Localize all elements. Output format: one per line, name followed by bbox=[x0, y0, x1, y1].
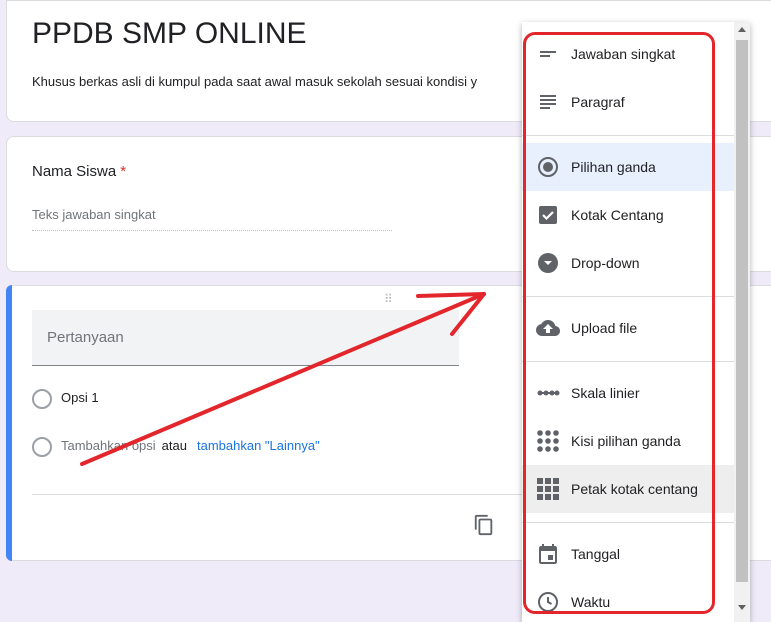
menu-separator bbox=[522, 522, 734, 523]
card-divider bbox=[32, 494, 532, 495]
menu-item-dropdown[interactable]: Drop-down bbox=[522, 239, 734, 287]
menu-item-label: Skala linier bbox=[571, 385, 640, 401]
menu-item-paragraph[interactable]: Paragraf bbox=[522, 78, 734, 126]
menu-item-file-upload[interactable]: Upload file bbox=[522, 304, 734, 352]
drag-handle-icon[interactable]: ⠿ bbox=[384, 292, 394, 306]
menu-item-label: Kisi pilihan ganda bbox=[571, 433, 681, 449]
paragraph-icon bbox=[540, 95, 556, 109]
checkbox-icon bbox=[539, 206, 557, 224]
linear-scale-icon bbox=[537, 390, 560, 396]
scrollbar-thumb[interactable] bbox=[736, 40, 748, 582]
form-title[interactable]: PPDB SMP ONLINE bbox=[32, 17, 307, 51]
duplicate-icon[interactable] bbox=[473, 514, 495, 536]
radio-icon bbox=[32, 389, 52, 409]
menu-item-label: Petak kotak centang bbox=[571, 481, 698, 497]
menu-item-label: Kotak Centang bbox=[571, 207, 664, 223]
radio-icon bbox=[32, 437, 52, 457]
add-option-input[interactable]: Tambahkan opsi bbox=[61, 438, 156, 453]
menu-item-label: Paragraf bbox=[571, 94, 625, 110]
grid-squares-icon bbox=[537, 478, 559, 500]
scroll-up-arrow-icon[interactable] bbox=[738, 27, 746, 32]
menu-item-label: Upload file bbox=[571, 320, 638, 336]
calendar-icon bbox=[539, 544, 557, 564]
menu-separator bbox=[522, 361, 734, 362]
menu-item-checkbox-grid[interactable]: Petak kotak centang bbox=[522, 465, 734, 513]
menu-scrollbar[interactable] bbox=[734, 22, 750, 622]
active-card-indicator bbox=[6, 285, 12, 561]
menu-separator bbox=[522, 135, 734, 136]
menu-item-multiple-choice-grid[interactable]: Kisi pilihan ganda bbox=[522, 417, 734, 465]
add-option-row: Tambahkan opsi atau tambahkan "Lainnya" bbox=[61, 438, 320, 453]
grid-dots-icon bbox=[537, 430, 559, 452]
scroll-down-arrow-icon[interactable] bbox=[738, 605, 746, 610]
menu-item-label: Jawaban singkat bbox=[571, 46, 676, 62]
question-title: Nama Siswa bbox=[32, 163, 117, 180]
clock-icon bbox=[538, 592, 558, 612]
question-title-input[interactable]: Pertanyaan bbox=[32, 310, 459, 366]
question-type-menu[interactable]: Jawaban singkat Paragraf Pilihan ganda K… bbox=[522, 22, 750, 622]
form-description[interactable]: Khusus berkas asli di kumpul pada saat a… bbox=[32, 74, 477, 89]
menu-item-label: Waktu bbox=[571, 594, 611, 610]
menu-item-short-answer[interactable]: Jawaban singkat bbox=[522, 30, 734, 78]
question-placeholder: Pertanyaan bbox=[47, 329, 124, 346]
menu-item-label: Pilihan ganda bbox=[571, 159, 656, 175]
menu-item-label: Tanggal bbox=[571, 546, 621, 562]
upload-cloud-icon bbox=[536, 320, 560, 336]
short-answer-placeholder: Teks jawaban singkat bbox=[32, 207, 392, 231]
menu-item-linear-scale[interactable]: Skala linier bbox=[522, 369, 734, 417]
required-asterisk: * bbox=[120, 163, 127, 180]
menu-item-checkboxes[interactable]: Kotak Centang bbox=[522, 191, 734, 239]
short-answer-icon bbox=[540, 51, 556, 57]
menu-separator bbox=[522, 296, 734, 297]
radio-icon bbox=[538, 157, 558, 177]
question-label: Nama Siswa * bbox=[32, 163, 126, 180]
menu-item-label: Drop-down bbox=[571, 255, 640, 271]
dropdown-icon bbox=[538, 253, 558, 273]
menu-item-time[interactable]: Waktu bbox=[522, 578, 734, 622]
or-text: atau bbox=[161, 438, 187, 453]
add-other-link[interactable]: tambahkan "Lainnya" bbox=[197, 438, 320, 453]
menu-item-multiple-choice[interactable]: Pilihan ganda bbox=[522, 143, 734, 191]
option-1-input[interactable]: Opsi 1 bbox=[61, 390, 99, 405]
menu-item-date[interactable]: Tanggal bbox=[522, 530, 734, 578]
